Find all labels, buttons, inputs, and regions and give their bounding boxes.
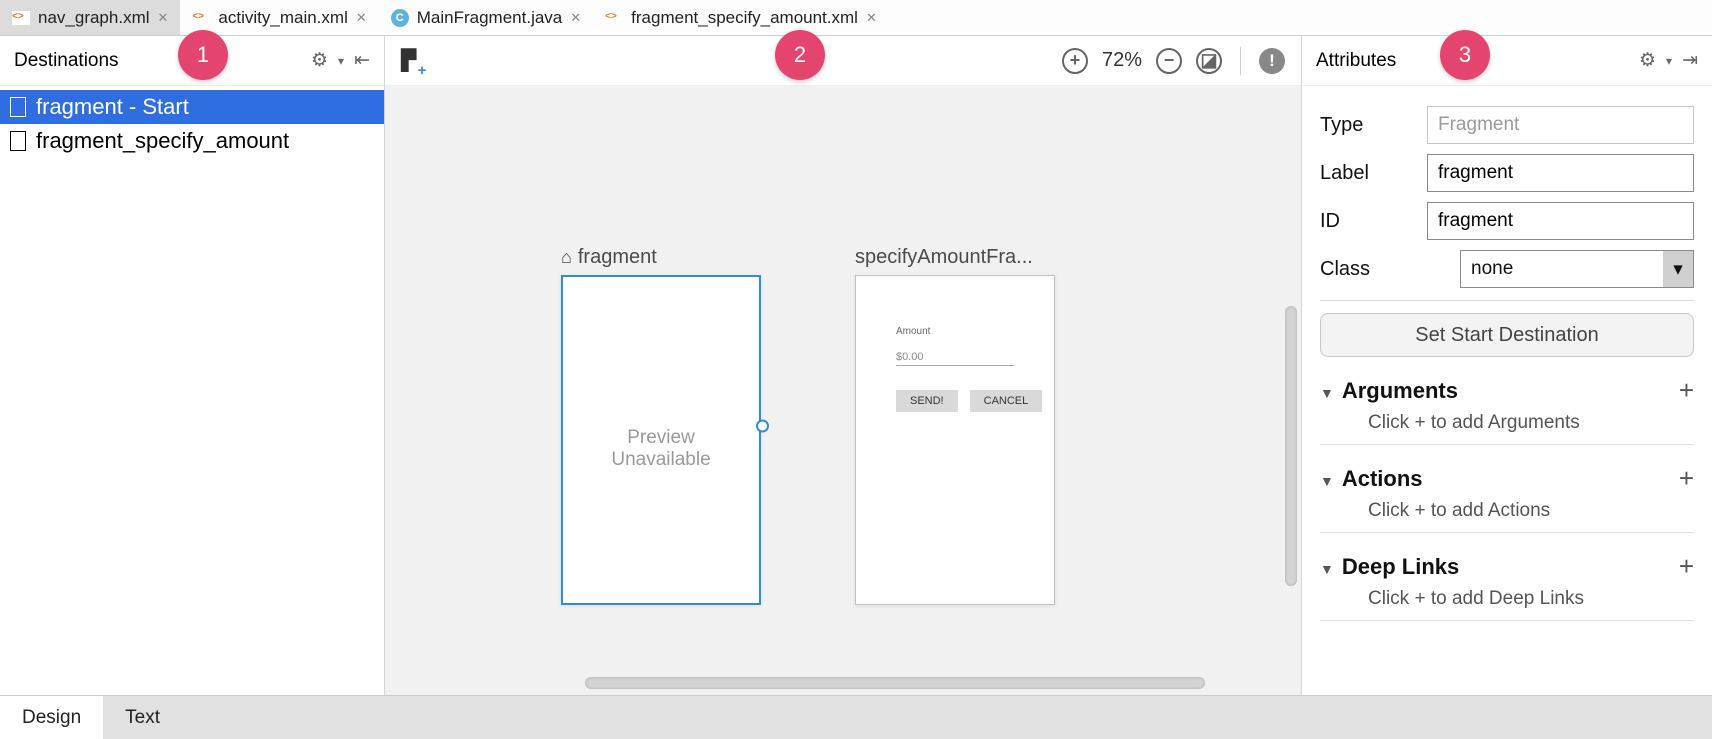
id-field[interactable] bbox=[1427, 202, 1694, 240]
tab-main-fragment[interactable]: C MainFragment.java ✕ bbox=[379, 0, 593, 35]
type-field bbox=[1427, 106, 1694, 144]
issues-icon[interactable]: ! bbox=[1259, 48, 1285, 74]
hide-panel-icon[interactable] bbox=[354, 49, 370, 72]
action-handle[interactable] bbox=[756, 419, 769, 432]
zoom-level: 72% bbox=[1102, 49, 1142, 72]
nav-destination-fragment[interactable]: ⌂ fragment Preview Unavailable bbox=[561, 246, 761, 605]
class-value: none bbox=[1471, 258, 1513, 280]
preview-unavailable: Preview Unavailable bbox=[563, 427, 759, 471]
separator bbox=[1320, 300, 1694, 301]
disclosure-icon[interactable]: ▼ bbox=[1320, 385, 1334, 401]
tab-fragment-specify-amount[interactable]: fragment_specify_amount.xml ✕ bbox=[593, 0, 889, 35]
type-label: Type bbox=[1320, 114, 1417, 137]
attributes-body: Type Label ID Class none ▾ Set Start Des… bbox=[1302, 86, 1712, 621]
section-actions: ▼ Actions + Click + to add Actions bbox=[1320, 459, 1694, 533]
chevron-down-icon[interactable]: ▾ bbox=[338, 54, 344, 68]
section-arguments: ▼ Arguments + Click + to add Arguments bbox=[1320, 371, 1694, 445]
attributes-panel: Attributes ▾ Type Label ID Class bbox=[1302, 36, 1712, 695]
class-select[interactable]: none ▾ bbox=[1460, 250, 1694, 288]
gear-icon[interactable] bbox=[1639, 49, 1656, 72]
design-tab[interactable]: Design bbox=[0, 696, 103, 739]
bottom-tab-bar: Design Text bbox=[0, 695, 1712, 739]
main-layout: Destinations ▾ fragment - Start fragment… bbox=[0, 36, 1712, 695]
separator bbox=[1240, 47, 1241, 75]
destinations-title: Destinations bbox=[14, 50, 119, 72]
horizontal-scrollbar[interactable] bbox=[585, 677, 1205, 689]
hide-panel-icon[interactable] bbox=[1682, 49, 1698, 72]
cancel-button-preview: CANCEL bbox=[970, 390, 1043, 412]
disclosure-icon[interactable]: ▼ bbox=[1320, 561, 1334, 577]
attributes-header: Attributes ▾ bbox=[1302, 36, 1712, 86]
nav-editor: ▛ + 72% − ◪ ! ⌂ fragment Preview bbox=[385, 36, 1302, 695]
canvas-toolbar: ▛ + 72% − ◪ ! bbox=[385, 36, 1301, 86]
class-label: Class bbox=[1320, 258, 1450, 281]
id-label: ID bbox=[1320, 210, 1417, 233]
section-title: Deep Links bbox=[1342, 554, 1459, 579]
zoom-out-icon[interactable]: − bbox=[1156, 48, 1182, 74]
zoom-fit-icon[interactable]: ◪ bbox=[1196, 48, 1222, 74]
destination-title: specifyAmountFra... bbox=[855, 246, 1055, 269]
callout-1: 1 bbox=[178, 30, 228, 80]
label-field[interactable] bbox=[1427, 154, 1694, 192]
tab-label: fragment_specify_amount.xml bbox=[631, 8, 858, 28]
xml-file-icon bbox=[12, 11, 30, 25]
close-icon[interactable]: ✕ bbox=[356, 10, 367, 26]
section-deep-links: ▼ Deep Links + Click + to add Deep Links bbox=[1320, 547, 1694, 621]
vertical-scrollbar[interactable] bbox=[1285, 306, 1297, 586]
section-title: Arguments bbox=[1342, 378, 1458, 403]
destination-item-specify-amount[interactable]: fragment_specify_amount bbox=[0, 124, 384, 158]
zoom-in-icon[interactable]: + bbox=[1062, 48, 1088, 74]
editor-tab-bar: nav_graph.xml ✕ activity_main.xml ✕ C Ma… bbox=[0, 0, 1712, 36]
home-icon: ⌂ bbox=[561, 247, 572, 268]
canvas[interactable]: ⌂ fragment Preview Unavailable specifyAm… bbox=[385, 86, 1301, 695]
label-label: Label bbox=[1320, 162, 1417, 185]
xml-file-icon bbox=[192, 11, 210, 25]
nav-destination-specify-amount[interactable]: specifyAmountFra... Amount $0.00 SEND! C… bbox=[855, 246, 1055, 605]
gear-icon[interactable] bbox=[311, 49, 328, 72]
tab-nav-graph[interactable]: nav_graph.xml ✕ bbox=[0, 0, 180, 35]
destination-label: fragment - Start bbox=[36, 94, 189, 120]
disclosure-icon[interactable]: ▼ bbox=[1320, 473, 1334, 489]
document-icon bbox=[10, 97, 26, 117]
class-file-icon: C bbox=[391, 9, 409, 27]
tab-label: MainFragment.java bbox=[417, 8, 563, 28]
section-hint: Click + to add Arguments bbox=[1320, 410, 1694, 445]
xml-file-icon bbox=[605, 11, 623, 25]
chevron-down-icon: ▾ bbox=[1663, 251, 1693, 287]
tab-label: nav_graph.xml bbox=[38, 8, 150, 28]
document-icon bbox=[10, 131, 26, 151]
send-button-preview: SEND! bbox=[896, 390, 958, 412]
set-start-destination-button[interactable]: Set Start Destination bbox=[1320, 313, 1694, 357]
destination-title: ⌂ fragment bbox=[561, 246, 761, 269]
section-hint: Click + to add Actions bbox=[1320, 498, 1694, 533]
section-hint: Click + to add Deep Links bbox=[1320, 586, 1694, 621]
destination-item-fragment[interactable]: fragment - Start bbox=[0, 90, 384, 124]
callout-2: 2 bbox=[775, 30, 825, 80]
callout-3: 3 bbox=[1440, 30, 1490, 80]
close-icon[interactable]: ✕ bbox=[158, 10, 169, 26]
close-icon[interactable]: ✕ bbox=[866, 10, 877, 26]
amount-label: Amount bbox=[896, 326, 1014, 337]
new-destination-icon[interactable]: ▛ bbox=[401, 48, 416, 73]
close-icon[interactable]: ✕ bbox=[570, 10, 581, 26]
add-argument-icon[interactable]: + bbox=[1679, 375, 1694, 406]
attributes-title: Attributes bbox=[1316, 50, 1396, 72]
section-title: Actions bbox=[1342, 466, 1423, 491]
destination-label: fragment_specify_amount bbox=[36, 128, 289, 154]
preview-content: Amount $0.00 SEND! CANCEL bbox=[896, 326, 1014, 412]
destinations-list: fragment - Start fragment_specify_amount bbox=[0, 86, 384, 158]
text-tab[interactable]: Text bbox=[103, 696, 182, 739]
amount-value: $0.00 bbox=[896, 351, 1014, 366]
chevron-down-icon[interactable]: ▾ bbox=[1666, 54, 1672, 68]
destinations-panel: Destinations ▾ fragment - Start fragment… bbox=[0, 36, 385, 695]
add-deep-link-icon[interactable]: + bbox=[1679, 551, 1694, 582]
tab-activity-main[interactable]: activity_main.xml ✕ bbox=[180, 0, 378, 35]
add-action-icon[interactable]: + bbox=[1679, 463, 1694, 494]
tab-label: activity_main.xml bbox=[218, 8, 347, 28]
